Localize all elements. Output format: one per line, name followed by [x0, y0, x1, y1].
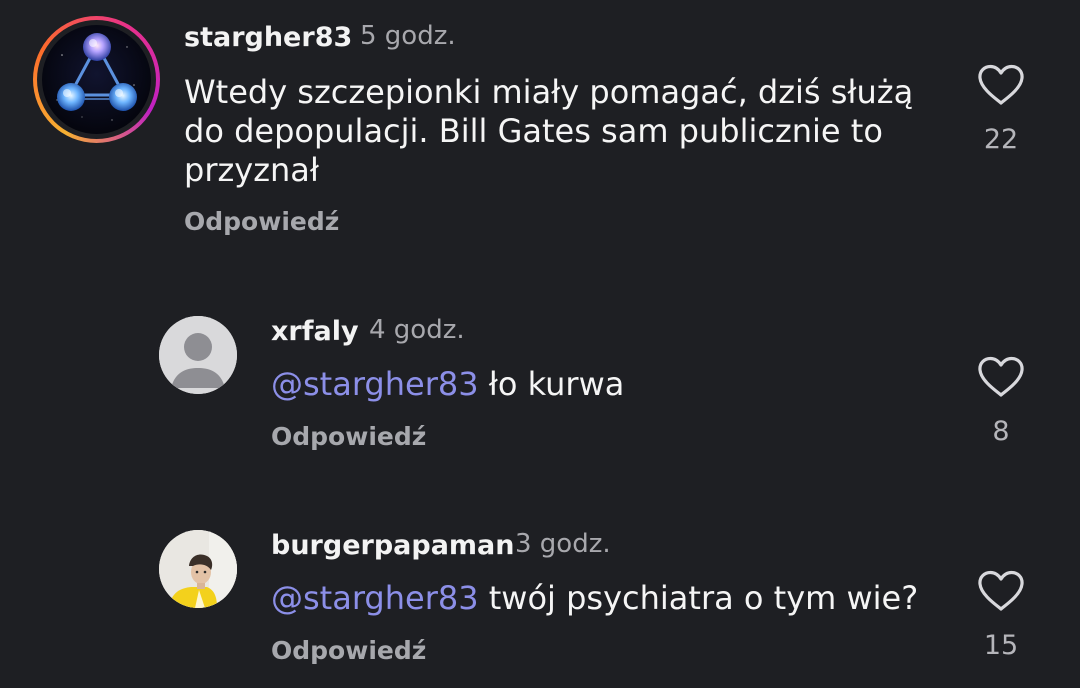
avatar-story-ring[interactable]	[33, 16, 160, 143]
comment-text: @stargher83 twój psychiatra o tym wie?	[271, 579, 1011, 618]
avatar-graphic	[56, 33, 137, 121]
comment-username[interactable]: xrfaly	[271, 316, 359, 347]
like-count: 22	[983, 124, 1019, 155]
triangle-network-avatar-icon	[42, 25, 151, 134]
reply-button[interactable]: Odpowiedź	[271, 636, 426, 665]
heart-icon	[978, 356, 1024, 397]
comment-body: ło kurwa	[478, 365, 625, 403]
mention-link[interactable]: @stargher83	[271, 365, 479, 403]
comments-screen: { "comments": [ { "username": "stargher8…	[0, 0, 1080, 688]
profile-photo-avatar-icon[interactable]	[159, 530, 237, 608]
person-photo-icon	[159, 530, 237, 608]
reply-button[interactable]: Odpowiedź	[184, 207, 339, 236]
comment-text: Wtedy szczepionki miały pomagać, dziś sł…	[184, 73, 914, 189]
like-count: 15	[983, 630, 1019, 661]
heart-icon	[978, 570, 1024, 611]
comment-timestamp: 4 godz.	[369, 315, 465, 345]
comment-body: twój psychiatra o tym wie?	[478, 579, 919, 617]
comment-timestamp: 3 godz.	[515, 529, 611, 559]
heart-icon	[978, 64, 1024, 105]
comment-text: @stargher83 ło kurwa	[271, 365, 1011, 404]
comment-timestamp: 5 godz.	[360, 21, 456, 51]
mention-link[interactable]: @stargher83	[271, 579, 479, 617]
comment-username[interactable]: burgerpapaman	[271, 530, 515, 561]
default-avatar-icon[interactable]	[159, 316, 237, 394]
like-button[interactable]	[977, 570, 1025, 612]
default-person-icon	[159, 316, 237, 394]
reply-button[interactable]: Odpowiedź	[271, 422, 426, 451]
like-button[interactable]	[977, 64, 1025, 106]
like-count: 8	[992, 416, 1010, 447]
avatar-inner	[37, 20, 156, 139]
like-button[interactable]	[977, 356, 1025, 398]
comment-username[interactable]: stargher83	[184, 22, 352, 53]
